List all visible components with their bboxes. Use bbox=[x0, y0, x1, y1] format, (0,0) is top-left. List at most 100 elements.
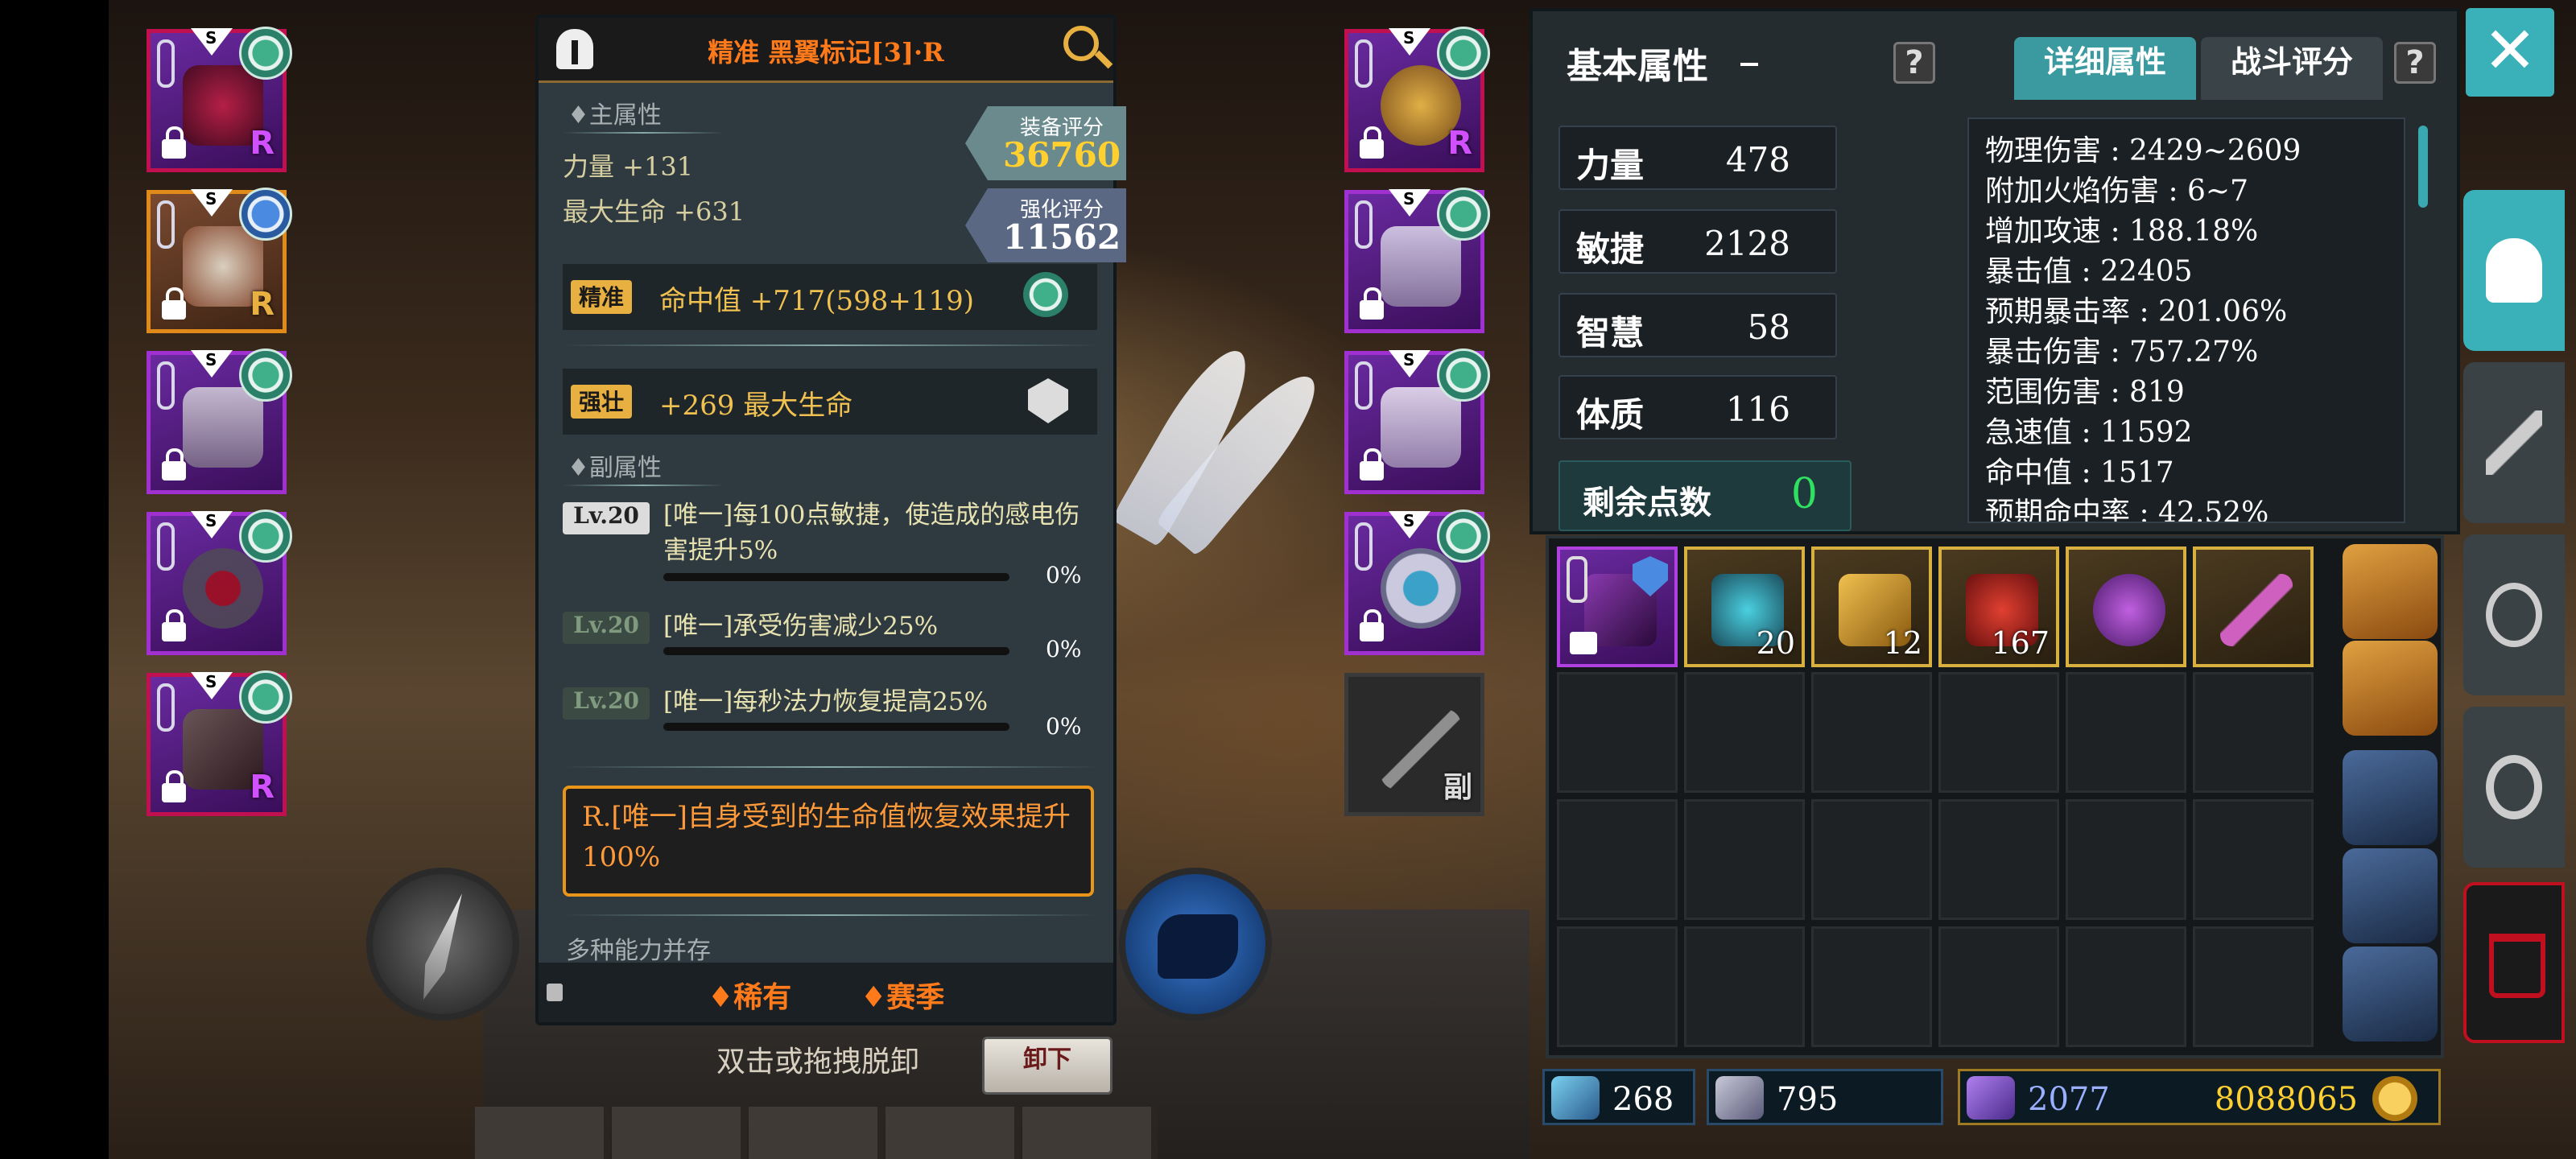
gold-value: 8088065 bbox=[2214, 1081, 2358, 1118]
lock-icon bbox=[162, 770, 186, 802]
boots-item-icon bbox=[1381, 387, 1461, 468]
detail-scrollbar[interactable] bbox=[2418, 126, 2428, 208]
inventory-item[interactable] bbox=[1557, 547, 1678, 667]
floor-tile bbox=[475, 1107, 610, 1159]
sub-attr-progress bbox=[663, 573, 1009, 581]
inventory-item[interactable]: 20 bbox=[1684, 547, 1805, 667]
remaining-points-label: 剩余点数 bbox=[1583, 484, 1711, 522]
help-icon[interactable]: ? bbox=[1893, 42, 1935, 84]
link-icon bbox=[157, 522, 175, 571]
main-stat: 力量 +131 bbox=[563, 151, 694, 182]
inventory-slot-empty[interactable] bbox=[1684, 926, 1805, 1047]
target-icon bbox=[2486, 583, 2542, 647]
skill-button-dash[interactable] bbox=[1119, 868, 1272, 1021]
gem-socket-icon bbox=[239, 509, 292, 563]
close-button[interactable]: ✕ bbox=[2466, 8, 2554, 97]
gem-socket-icon bbox=[1437, 509, 1490, 563]
trash-button[interactable] bbox=[2463, 882, 2565, 1043]
currency-crystal: 795 bbox=[1707, 1069, 1943, 1125]
bag-icon[interactable] bbox=[2343, 641, 2438, 736]
item-title: 精准 黑翼标记[3]·R bbox=[708, 37, 944, 68]
equip-slot-offhand[interactable]: 副 bbox=[1344, 673, 1484, 816]
inventory-slot-empty[interactable] bbox=[1557, 799, 1678, 920]
inventory-item[interactable] bbox=[2193, 547, 2314, 667]
bag-icon[interactable] bbox=[2343, 947, 2438, 1041]
inventory-slot-empty[interactable] bbox=[1938, 672, 2059, 793]
equip-slot-necklace[interactable]: S bbox=[147, 509, 292, 655]
link-icon bbox=[157, 361, 175, 410]
skill-button-arrow[interactable] bbox=[366, 868, 519, 1021]
gem-socket-icon bbox=[239, 349, 292, 402]
magnifier-icon[interactable] bbox=[1063, 26, 1099, 61]
main-stat: 最大生命 +631 bbox=[563, 196, 745, 227]
inventory-slot-empty[interactable] bbox=[2066, 672, 2186, 793]
detail-attr-line: 暴击值 : 22405 bbox=[1985, 255, 2193, 288]
tab-battle-score[interactable]: 战斗评分 bbox=[2201, 37, 2383, 100]
tab-gear[interactable] bbox=[2463, 362, 2565, 523]
inventory-slot-empty[interactable] bbox=[2193, 672, 2314, 793]
inventory-slot-empty[interactable] bbox=[2066, 926, 2186, 1047]
inventory-slot-empty[interactable] bbox=[2066, 799, 2186, 920]
bag-icon[interactable] bbox=[2343, 848, 2438, 943]
inventory-slot-empty[interactable] bbox=[1811, 799, 1932, 920]
equip-slot-boots[interactable]: S bbox=[1344, 349, 1490, 494]
equip-slot-amulet[interactable]: S R bbox=[1344, 27, 1490, 172]
sub-attr-percent: 0% bbox=[1046, 636, 1082, 662]
link-icon bbox=[1567, 556, 1587, 603]
equip-slot-armor[interactable]: S bbox=[147, 349, 292, 494]
main-attr-label: ♦主属性 bbox=[568, 101, 662, 130]
r-badge: R bbox=[250, 125, 275, 162]
potion-icon bbox=[2093, 574, 2165, 646]
inventory-slot-empty[interactable] bbox=[1557, 672, 1678, 793]
inventory-item[interactable] bbox=[2066, 547, 2186, 667]
equip-slot-shoulder[interactable]: S R bbox=[147, 188, 292, 333]
shield-badge-icon bbox=[239, 188, 292, 241]
inventory-slot-empty[interactable] bbox=[2193, 799, 2314, 920]
equip-score-tag: 装备评分 36760 bbox=[965, 106, 1126, 180]
remaining-points-value: 0 bbox=[1790, 470, 1818, 518]
detail-attr-line: 范围伤害 : 819 bbox=[1985, 376, 2185, 409]
inventory-slot-empty[interactable] bbox=[1557, 926, 1678, 1047]
inventory-slot-empty[interactable] bbox=[1938, 799, 2059, 920]
s-rank-badge: S bbox=[1389, 511, 1430, 538]
bag-icon[interactable] bbox=[2343, 544, 2438, 639]
inventory-slot-empty[interactable] bbox=[2193, 926, 2314, 1047]
enhance-score-value: 11562 bbox=[1002, 217, 1121, 257]
tab-detail-attrs[interactable]: 详细属性 bbox=[2014, 37, 2196, 100]
equip-slot-ring[interactable]: S bbox=[1344, 509, 1490, 655]
inventory-slot-empty[interactable] bbox=[1684, 672, 1805, 793]
r-badge: R bbox=[250, 286, 275, 323]
detail-attr-line: 预期暴击率 : 201.06% bbox=[1985, 295, 2288, 328]
inventory-slot-empty[interactable] bbox=[1938, 926, 2059, 1047]
gem-socket-icon bbox=[1437, 188, 1490, 241]
equip-score-value: 36760 bbox=[1002, 135, 1121, 175]
link-icon bbox=[157, 200, 175, 249]
left-letterbox bbox=[0, 0, 109, 1159]
inventory-slot-empty[interactable] bbox=[1811, 672, 1932, 793]
tab-settings[interactable] bbox=[2463, 707, 2565, 868]
inventory-item[interactable]: 167 bbox=[1938, 547, 2059, 667]
detail-attr-line: 暴击伤害 : 757.27% bbox=[1985, 336, 2259, 369]
tab-equipment[interactable] bbox=[2463, 190, 2565, 351]
prefix-text: 命中值 +717(598+119) bbox=[659, 285, 974, 317]
equip-slot-gloves[interactable]: S bbox=[1344, 188, 1490, 333]
divider bbox=[563, 914, 1097, 916]
detail-attr-list[interactable]: 物理伤害 : 2429~2609 附加火焰伤害 : 6~7 增加攻速 : 188… bbox=[1967, 118, 2405, 523]
inventory-item[interactable]: 12 bbox=[1811, 547, 1932, 667]
currency-value: 795 bbox=[1777, 1081, 1839, 1118]
s-rank-badge: S bbox=[191, 28, 233, 56]
inventory-slot-empty[interactable] bbox=[1684, 799, 1805, 920]
bag-icon[interactable] bbox=[2343, 750, 2438, 845]
help-icon[interactable]: ? bbox=[2394, 42, 2436, 84]
sub-attr-progress bbox=[663, 647, 1009, 655]
s-rank-badge: S bbox=[1389, 28, 1430, 56]
equip-slot-helmet[interactable]: S R bbox=[147, 27, 292, 172]
unequip-button[interactable]: 卸下 bbox=[982, 1037, 1113, 1095]
lock-icon[interactable] bbox=[547, 984, 563, 1001]
lock-icon bbox=[1360, 126, 1384, 159]
gem-socket-icon bbox=[1437, 27, 1490, 80]
equip-slot-weapon[interactable]: S R bbox=[147, 670, 292, 816]
tab-gems[interactable] bbox=[2463, 534, 2565, 695]
inventory-slot-empty[interactable] bbox=[1811, 926, 1932, 1047]
currency-gems-gold: 2077 8088065 bbox=[1958, 1069, 2441, 1125]
